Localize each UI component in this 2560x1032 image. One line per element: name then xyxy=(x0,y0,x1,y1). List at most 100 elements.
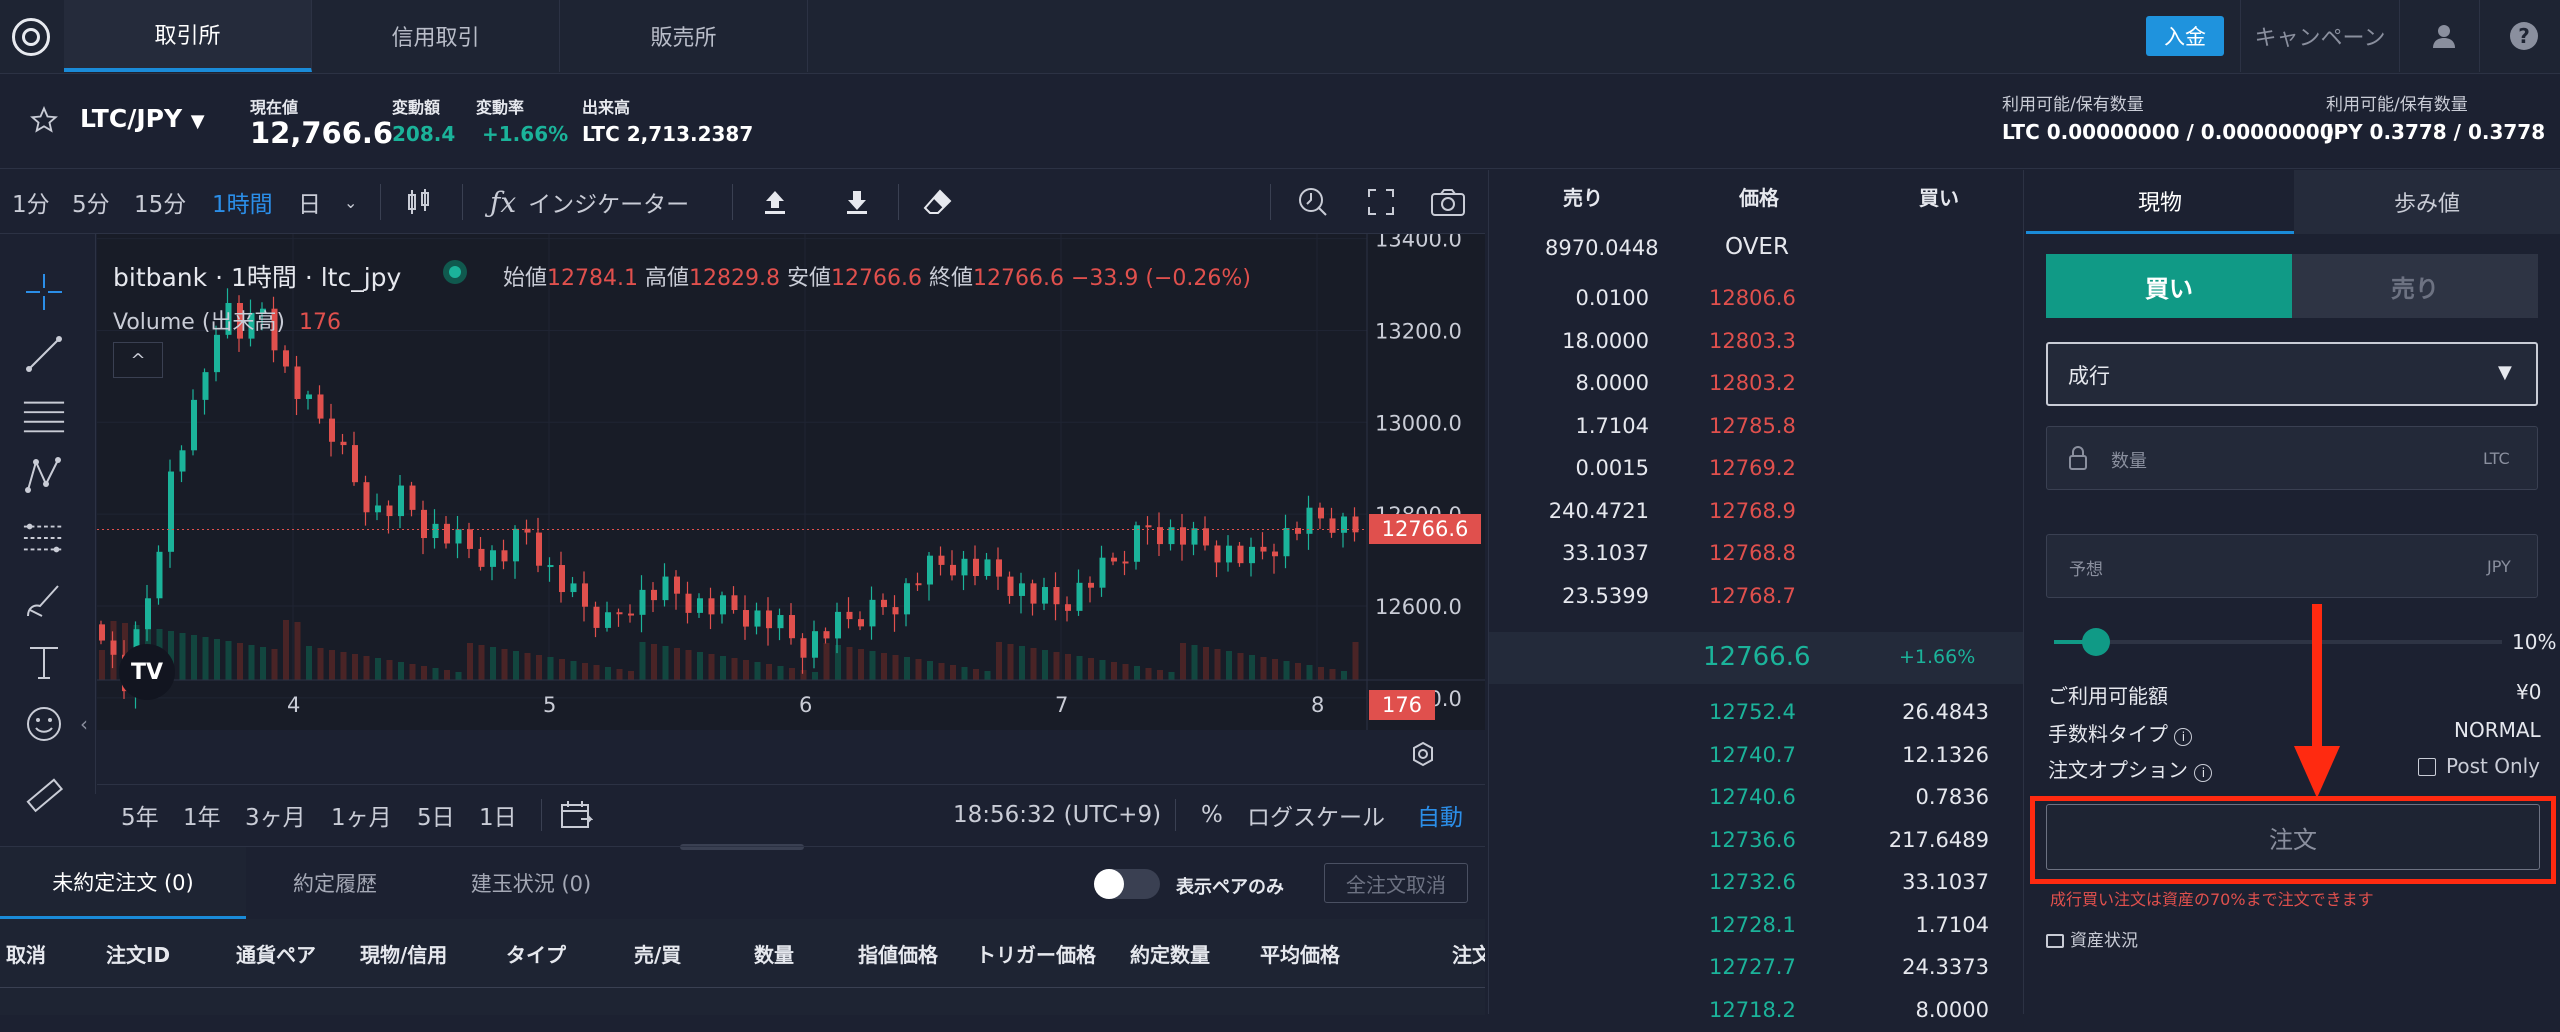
x-tick-label: 4 xyxy=(287,693,300,717)
log-scale-toggle[interactable]: ログスケール xyxy=(1247,785,1385,845)
tab-exchange[interactable]: 取引所 xyxy=(64,0,312,72)
order-type-select[interactable]: 成行 ▼ xyxy=(2046,342,2538,406)
user-icon[interactable] xyxy=(2408,0,2480,72)
chevron-down-icon: ▼ xyxy=(190,111,205,132)
volume-bar xyxy=(616,669,623,680)
buy-button[interactable]: 買い xyxy=(2046,254,2292,318)
campaign-link[interactable]: キャンペーン xyxy=(2240,0,2400,72)
interval-day[interactable]: 日 xyxy=(298,170,321,234)
bid-row[interactable]: 12736.6 217.6489 xyxy=(1489,820,2025,862)
ask-row[interactable]: 23.5399 12768.7 xyxy=(1489,576,2025,618)
brush-icon[interactable] xyxy=(22,578,66,622)
pair-selector[interactable]: LTC/JPY ▼ xyxy=(80,104,205,133)
order-submit-button[interactable]: 注文 xyxy=(2046,804,2540,870)
settings-icon[interactable] xyxy=(1409,740,1437,772)
ask-price: 12803.2 xyxy=(1709,371,1796,395)
percent-toggle[interactable]: % xyxy=(1201,785,1223,845)
pair-only-toggle[interactable] xyxy=(1094,869,1160,899)
change-value: 208.4 xyxy=(392,122,456,146)
bid-row[interactable]: 12740.6 0.7836 xyxy=(1489,777,2025,819)
ask-row[interactable]: 18.0000 12803.3 xyxy=(1489,321,2025,363)
emoji-icon[interactable] xyxy=(22,702,66,746)
bid-row[interactable]: 12740.7 12.1326 xyxy=(1489,735,2025,777)
range-3m[interactable]: 3ヶ月 xyxy=(245,785,306,845)
ruler-icon[interactable] xyxy=(22,774,66,818)
ask-price: 12768.9 xyxy=(1709,498,1796,523)
indicator-button[interactable]: ƒx インジケーター xyxy=(490,170,689,234)
fullscreen-icon[interactable] xyxy=(1366,170,1396,234)
tab-spot[interactable]: 現物 xyxy=(2026,170,2294,234)
horizontal-lines-icon[interactable] xyxy=(22,394,66,438)
deposit-button[interactable]: 入金 xyxy=(2146,16,2224,56)
candle-body xyxy=(1065,604,1071,611)
ask-row[interactable]: 8.0000 12803.2 xyxy=(1489,363,2025,405)
pattern-icon[interactable] xyxy=(22,454,66,498)
calendar-icon[interactable] xyxy=(559,785,593,845)
bid-quantity: 26.4843 xyxy=(1902,700,1989,724)
slider-handle[interactable] xyxy=(2082,628,2110,656)
tab-trades[interactable]: 歩み値 xyxy=(2294,170,2560,234)
candle-body xyxy=(938,555,945,565)
fib-icon[interactable] xyxy=(22,516,66,560)
bid-row[interactable]: 12718.2 8.0000 xyxy=(1489,990,2025,1032)
volume-bar xyxy=(961,667,968,680)
candle-body xyxy=(1295,528,1301,534)
upload-icon[interactable] xyxy=(760,170,790,234)
tab-positions[interactable]: 建玉状況 (0) xyxy=(424,847,638,919)
y-tick-label: 12600.0 xyxy=(1375,595,1462,619)
bitbank-logo[interactable] xyxy=(12,18,50,56)
interval-15m[interactable]: 15分 xyxy=(134,170,186,234)
star-icon[interactable] xyxy=(30,105,58,138)
text-icon[interactable] xyxy=(22,640,66,684)
info-icon[interactable]: i xyxy=(2174,728,2193,746)
volume-bar xyxy=(1191,645,1198,680)
bid-row[interactable]: 12728.1 1.7104 xyxy=(1489,905,2025,947)
candle-body xyxy=(1329,518,1336,533)
price-chart[interactable]: 13400.013200.013000.012800.012600.012400… xyxy=(97,234,1485,767)
bid-row[interactable]: 12752.4 26.4843 xyxy=(1489,692,2025,734)
interval-1h[interactable]: 1時間 xyxy=(212,170,273,234)
camera-icon[interactable] xyxy=(1430,170,1466,234)
collapse-legend-icon[interactable]: ^ xyxy=(113,342,163,378)
replay-icon[interactable] xyxy=(1296,170,1330,234)
tab-margin[interactable]: 信用取引 xyxy=(312,0,560,72)
help-icon[interactable]: ? xyxy=(2488,0,2560,72)
assets-link[interactable]: 資産状況 xyxy=(2046,926,2138,951)
candle-body xyxy=(375,505,381,513)
ask-row[interactable]: 33.1037 12768.8 xyxy=(1489,533,2025,575)
range-1d[interactable]: 1日 xyxy=(479,785,517,845)
eraser-icon[interactable] xyxy=(922,170,954,234)
over-label: OVER xyxy=(1725,234,1789,260)
bid-row[interactable]: 12732.6 33.1037 xyxy=(1489,862,2025,904)
post-only-label: Post Only xyxy=(2446,754,2541,778)
info-icon[interactable]: i xyxy=(2194,764,2213,782)
candle-type-icon[interactable] xyxy=(404,170,434,234)
volume-bar xyxy=(501,649,508,680)
interval-1m[interactable]: 1分 xyxy=(12,170,50,234)
range-5d[interactable]: 5日 xyxy=(417,785,455,845)
tab-dealer[interactable]: 販売所 xyxy=(560,0,808,72)
collapse-toolbar-icon[interactable]: ‹ xyxy=(80,712,88,736)
amount-slider[interactable] xyxy=(2054,628,2502,656)
quantity-field[interactable]: 数量 LTC xyxy=(2046,426,2538,490)
sell-button[interactable]: 売り xyxy=(2292,254,2538,318)
tab-trade-history[interactable]: 約定履歴 xyxy=(246,847,424,919)
bid-row[interactable]: 12727.7 24.3373 xyxy=(1489,947,2025,989)
ask-row[interactable]: 0.0100 12806.6 xyxy=(1489,278,2025,320)
range-5y[interactable]: 5年 xyxy=(121,785,159,845)
interval-5m[interactable]: 5分 xyxy=(72,170,110,234)
range-1y[interactable]: 1年 xyxy=(183,785,221,845)
cancel-all-button[interactable]: 全注文取消 xyxy=(1324,863,1468,903)
interval-dropdown-icon[interactable]: ⌄ xyxy=(344,170,357,234)
auto-scale-toggle[interactable]: 自動 xyxy=(1417,785,1463,845)
range-1m[interactable]: 1ヶ月 xyxy=(331,785,392,845)
ask-row[interactable]: 1.7104 12785.8 xyxy=(1489,406,2025,448)
trend-line-icon[interactable] xyxy=(22,332,66,376)
tab-open-orders[interactable]: 未約定注文 (0) xyxy=(0,847,246,919)
estimate-field[interactable]: 予想 JPY xyxy=(2046,534,2538,598)
ask-row[interactable]: 0.0015 12769.2 xyxy=(1489,448,2025,490)
download-icon[interactable] xyxy=(842,170,872,234)
crosshair-icon[interactable] xyxy=(22,270,66,314)
ask-row[interactable]: 240.4721 12768.9 xyxy=(1489,491,2025,533)
post-only-checkbox[interactable] xyxy=(2418,758,2436,776)
